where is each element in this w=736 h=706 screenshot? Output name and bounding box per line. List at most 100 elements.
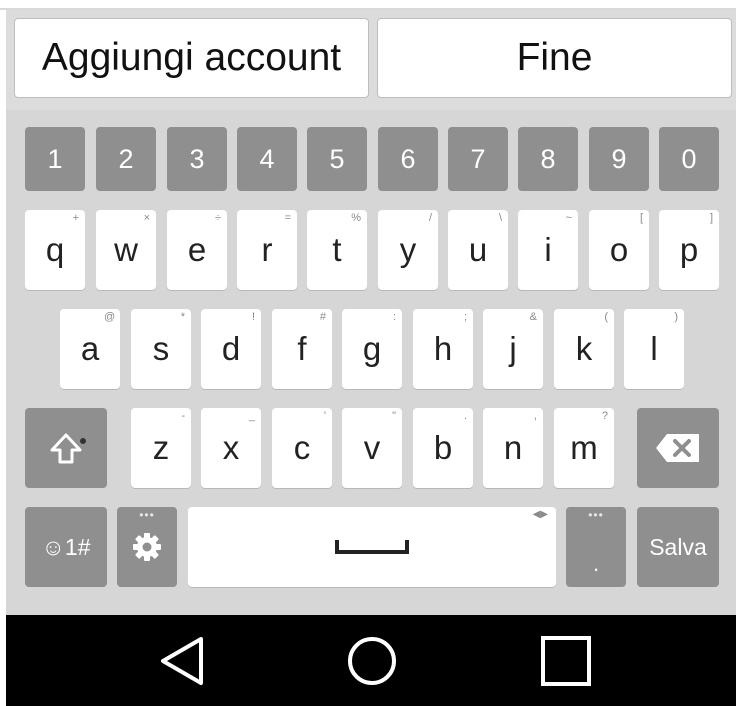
key-n[interactable]: n, bbox=[483, 408, 543, 488]
key-g[interactable]: g: bbox=[342, 309, 402, 389]
key-label: z bbox=[152, 429, 170, 466]
key-7[interactable]: 7 bbox=[448, 127, 508, 191]
key-hint: ) bbox=[674, 311, 678, 323]
key-label: m bbox=[570, 429, 598, 466]
more-dots-icon: ••• bbox=[588, 508, 604, 522]
key-e[interactable]: e ÷ bbox=[167, 210, 227, 290]
key-o[interactable]: o[ bbox=[589, 210, 649, 290]
key-hint: ~ bbox=[565, 212, 572, 224]
key-u[interactable]: u \ bbox=[448, 210, 508, 290]
key-a[interactable]: a @ bbox=[60, 309, 120, 389]
home-button[interactable] bbox=[312, 615, 432, 706]
key-d[interactable]: d! bbox=[201, 309, 261, 389]
recents-square-icon bbox=[541, 635, 591, 686]
key-label: j bbox=[509, 330, 517, 367]
key-r[interactable]: r = bbox=[237, 210, 297, 290]
key-hint: ! bbox=[251, 311, 255, 323]
key-f[interactable]: f # bbox=[272, 309, 332, 389]
space-key[interactable]: ◀▶ bbox=[188, 507, 556, 587]
key-label: w bbox=[114, 231, 138, 268]
key-label: l bbox=[650, 330, 658, 367]
shift-key[interactable] bbox=[25, 408, 107, 488]
save-key[interactable]: Salva bbox=[637, 507, 719, 587]
navigation-bar bbox=[6, 615, 736, 706]
key-0[interactable]: 0 bbox=[659, 127, 719, 191]
key-hint: / bbox=[428, 212, 432, 224]
key-q[interactable]: q + bbox=[25, 210, 85, 290]
backspace-key[interactable] bbox=[637, 408, 719, 488]
key-hint: \ bbox=[498, 212, 502, 224]
screen: Aggiungi account Fine 1 2 3 4 5 6 7 8 9 … bbox=[0, 0, 736, 706]
key-label: s bbox=[152, 330, 170, 367]
key-label: h bbox=[433, 330, 453, 367]
key-label: p bbox=[679, 231, 699, 268]
key-hint: × bbox=[143, 212, 150, 224]
backspace-icon bbox=[656, 434, 699, 462]
key-label: n bbox=[503, 429, 523, 466]
key-9[interactable]: 9 bbox=[589, 127, 649, 191]
more-dots-icon: ••• bbox=[139, 508, 155, 522]
key-l[interactable]: l) bbox=[624, 309, 684, 389]
key-label: d bbox=[221, 330, 241, 367]
key-label: k bbox=[575, 330, 593, 367]
key-hint: ; bbox=[463, 311, 467, 323]
key-label: o bbox=[609, 231, 629, 268]
key-8[interactable]: 8 bbox=[518, 127, 578, 191]
key-hint: * bbox=[180, 311, 185, 323]
key-label: y bbox=[399, 231, 417, 268]
key-hint: % bbox=[351, 212, 361, 224]
key-m[interactable]: m? bbox=[554, 408, 614, 488]
key-h[interactable]: h; bbox=[413, 309, 473, 389]
key-4[interactable]: 4 bbox=[237, 127, 297, 191]
done-button[interactable]: Fine bbox=[377, 18, 732, 98]
key-y[interactable]: y / bbox=[378, 210, 438, 290]
key-label: a bbox=[80, 330, 100, 367]
key-hint: [ bbox=[639, 212, 643, 224]
add-account-button[interactable]: Aggiungi account bbox=[14, 18, 369, 98]
key-w[interactable]: w × bbox=[96, 210, 156, 290]
key-6[interactable]: 6 bbox=[378, 127, 438, 191]
key-c[interactable]: c ' bbox=[272, 408, 332, 488]
key-label: g bbox=[362, 330, 382, 367]
key-hint: - bbox=[181, 410, 185, 422]
key-p[interactable]: p] bbox=[659, 210, 719, 290]
key-label: t bbox=[332, 231, 342, 268]
key-i[interactable]: i ~ bbox=[518, 210, 578, 290]
key-x[interactable]: x _ bbox=[201, 408, 261, 488]
key-hint: ( bbox=[604, 311, 608, 323]
period-key[interactable]: ••• . bbox=[566, 507, 626, 587]
symbols-key[interactable]: ☺1# bbox=[25, 507, 107, 587]
key-hint: = bbox=[284, 212, 291, 224]
period-label: . bbox=[592, 551, 600, 576]
recents-button[interactable] bbox=[506, 615, 626, 706]
key-5[interactable]: 5 bbox=[307, 127, 367, 191]
gear-icon bbox=[133, 533, 161, 561]
key-label: q bbox=[45, 231, 65, 268]
cursor-arrows-icon: ◀▶ bbox=[532, 509, 548, 520]
key-s[interactable]: s * bbox=[131, 309, 191, 389]
back-triangle-icon bbox=[161, 636, 203, 685]
back-button[interactable] bbox=[122, 615, 242, 706]
key-2[interactable]: 2 bbox=[96, 127, 156, 191]
key-label: i bbox=[544, 231, 552, 268]
key-t[interactable]: t% bbox=[307, 210, 367, 290]
key-1[interactable]: 1 bbox=[25, 127, 85, 191]
settings-key[interactable]: ••• bbox=[117, 507, 177, 587]
key-3[interactable]: 3 bbox=[167, 127, 227, 191]
key-b[interactable]: b. bbox=[413, 408, 473, 488]
key-label: v bbox=[363, 429, 381, 466]
space-bar-icon bbox=[335, 540, 409, 554]
key-label: b bbox=[433, 429, 453, 466]
key-hint: . bbox=[463, 410, 467, 422]
key-j[interactable]: j & bbox=[483, 309, 543, 389]
key-hint: ÷ bbox=[214, 212, 221, 224]
key-label: x bbox=[222, 429, 240, 466]
key-z[interactable]: z- bbox=[131, 408, 191, 488]
key-hint: ? bbox=[601, 410, 608, 422]
key-hint: @ bbox=[104, 311, 116, 323]
key-k[interactable]: k( bbox=[554, 309, 614, 389]
key-v[interactable]: v " bbox=[342, 408, 402, 488]
key-hint: & bbox=[529, 311, 537, 323]
key-label: c bbox=[293, 429, 311, 466]
key-hint: , bbox=[533, 410, 537, 422]
